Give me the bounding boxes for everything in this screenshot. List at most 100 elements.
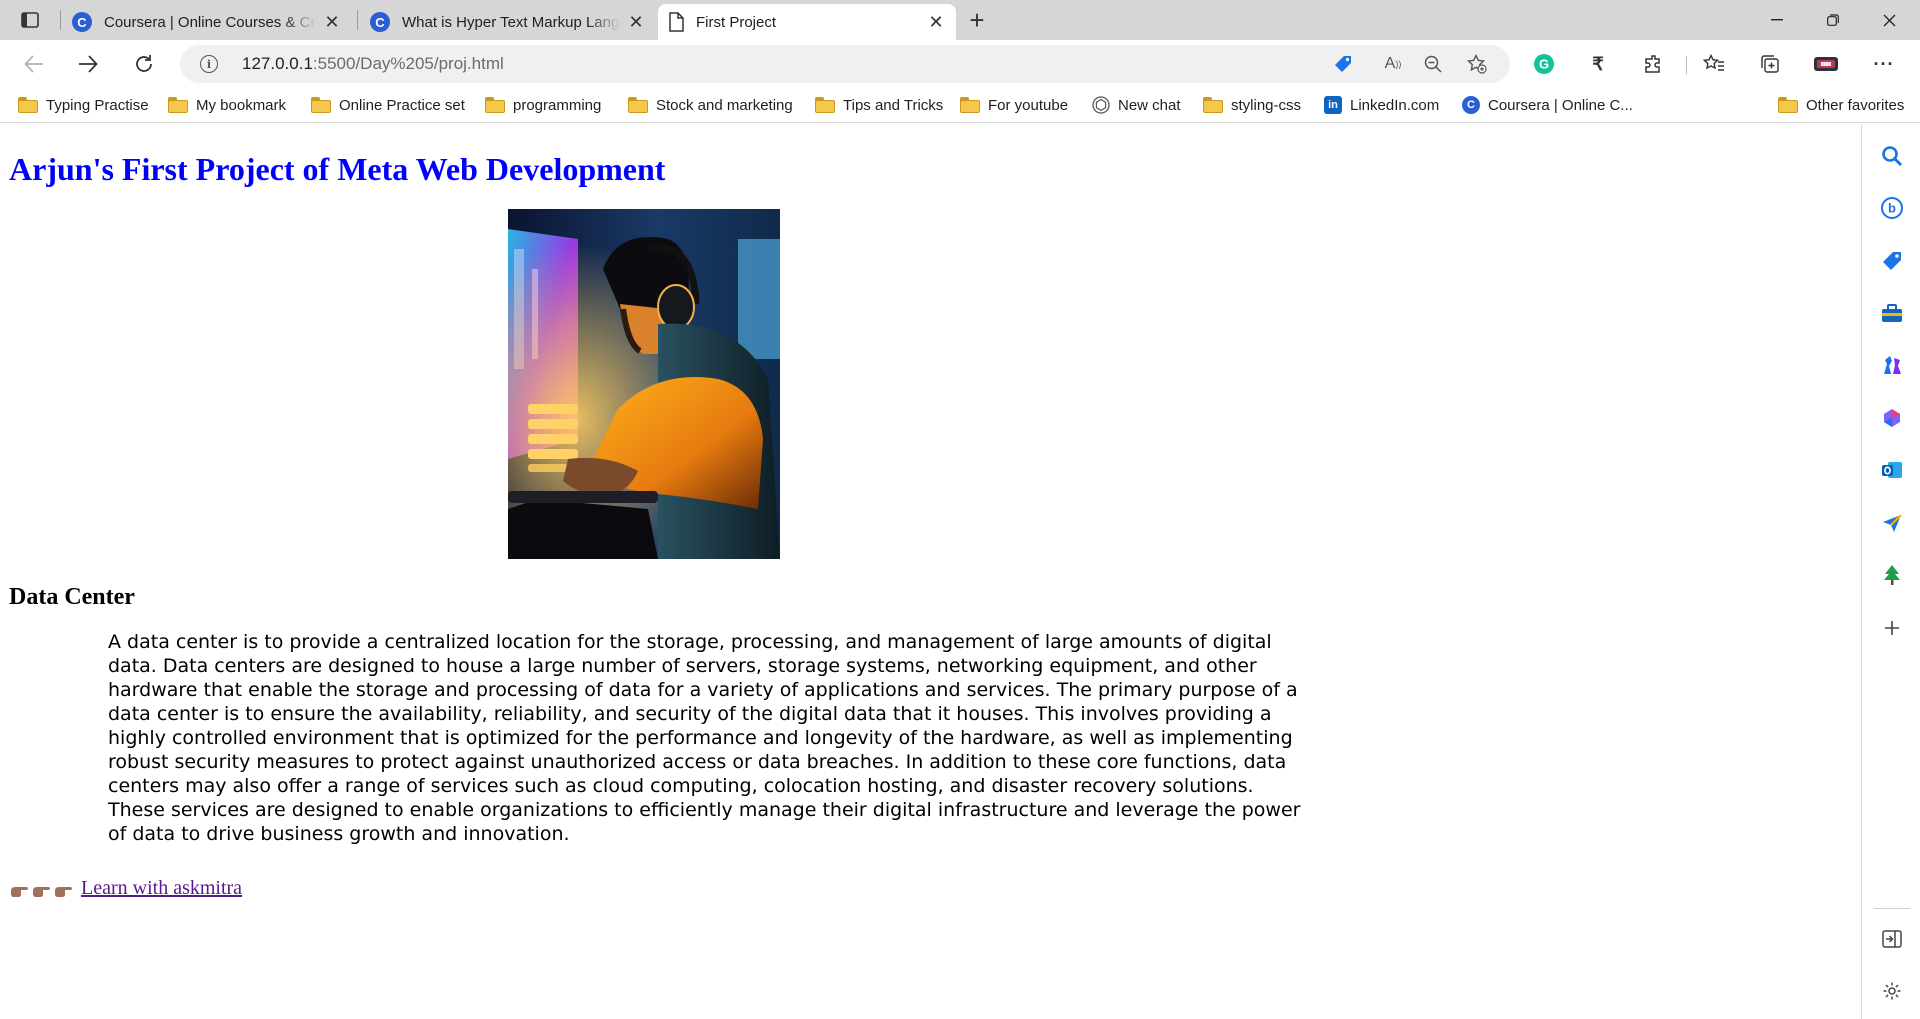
web-page-content: Arjun's First Project of Meta Web Develo… [0, 124, 1861, 1019]
pointing-hand-icon [9, 881, 29, 897]
folder-icon [168, 97, 188, 113]
folder-icon [1778, 97, 1798, 113]
games-icon[interactable] [1879, 352, 1905, 378]
rupee-extension-icon[interactable]: ₹ [1584, 50, 1612, 78]
bing-copilot-icon[interactable]: b [1879, 195, 1905, 221]
zoom-out-icon[interactable] [1420, 52, 1446, 76]
bookmark-label: My bookmark [196, 96, 287, 114]
bookmark-linkedin[interactable]: in LinkedIn.com [1324, 94, 1439, 116]
tab-separator [60, 10, 61, 30]
bookmark-label: programming [513, 96, 602, 114]
chatgpt-icon [1092, 96, 1110, 114]
bookmark-tips-and-tricks[interactable]: Tips and Tricks [815, 94, 943, 116]
coursera-icon: C [1462, 96, 1480, 114]
forward-icon[interactable] [70, 48, 106, 80]
section-heading: Data Center [9, 584, 135, 610]
microsoft-365-icon[interactable] [1879, 405, 1905, 431]
close-tab-icon[interactable]: ✕ [322, 12, 342, 32]
tab-strip: C Coursera | Online Courses & Credential… [0, 0, 1920, 40]
bookmark-for-youtube[interactable]: For youtube [960, 94, 1068, 116]
bookmark-coursera[interactable]: C Coursera | Online C... [1462, 94, 1633, 116]
read-aloud-icon[interactable]: A)) [1380, 52, 1406, 76]
close-tab-icon[interactable]: ✕ [926, 12, 946, 32]
sidebar-separator [1874, 908, 1910, 909]
bookmark-new-chat[interactable]: New chat [1092, 94, 1181, 116]
folder-icon [311, 97, 331, 113]
bookmarks-bar: Typing Practise My bookmark Online Pract… [0, 87, 1920, 123]
folder-icon [960, 97, 980, 113]
tree-icon[interactable] [1879, 562, 1905, 588]
url-path: :5500/Day%205/proj.html [312, 54, 504, 73]
collections-icon[interactable] [1756, 50, 1784, 78]
tools-icon[interactable] [1879, 300, 1905, 326]
page-title: Arjun's First Project of Meta Web Develo… [9, 151, 666, 187]
favorites-icon[interactable] [1700, 50, 1728, 78]
profile-avatar-icon[interactable] [1812, 50, 1840, 78]
bookmark-label: Other favorites [1806, 96, 1905, 114]
tab-title: Coursera | Online Courses & Credentials … [104, 13, 316, 31]
url-text[interactable]: 127.0.0.1:5500/Day%205/proj.html [242, 54, 504, 74]
bookmark-styling-css[interactable]: styling-css [1203, 94, 1301, 116]
new-tab-button[interactable]: + [962, 5, 992, 35]
add-favorite-icon[interactable] [1464, 52, 1490, 76]
restore-icon[interactable] [1806, 0, 1860, 40]
search-icon[interactable] [1879, 143, 1905, 169]
toolbar-separator [1686, 56, 1687, 74]
tab-coursera[interactable]: C Coursera | Online Courses & Credential… [62, 4, 352, 40]
tab-first-project[interactable]: First Project ✕ [658, 4, 956, 40]
bookmark-label: Typing Practise [46, 96, 149, 114]
minimize-icon[interactable] [1750, 0, 1804, 40]
bookmark-label: For youtube [988, 96, 1069, 114]
bookmark-programming[interactable]: programming [485, 94, 601, 116]
bookmark-other-favorites[interactable]: Other favorites [1778, 94, 1904, 116]
coursera-favicon-icon: C [370, 12, 390, 32]
bookmark-typing-practise[interactable]: Typing Practise [18, 94, 149, 116]
add-sidebar-app-icon[interactable] [1879, 615, 1905, 641]
coursera-favicon-icon: C [72, 12, 92, 32]
bookmark-label: Coursera | Online C... [1488, 96, 1633, 114]
folder-icon [485, 97, 505, 113]
edge-sidebar: b [1861, 124, 1920, 1019]
tab-separator [357, 10, 358, 30]
svg-text:b: b [1888, 201, 1896, 216]
tab-actions-icon[interactable] [14, 8, 46, 32]
more-options-icon[interactable]: ··· [1870, 50, 1898, 78]
send-drop-icon[interactable] [1879, 510, 1905, 536]
shopping-tag-icon[interactable] [1330, 52, 1356, 76]
folder-icon [815, 97, 835, 113]
address-bar[interactable]: i 127.0.0.1:5500/Day%205/proj.html A)) [180, 45, 1510, 83]
settings-gear-icon[interactable] [1879, 978, 1905, 1004]
tab-title: What is Hyper Text Markup Language (HTML… [402, 13, 620, 31]
hide-sidebar-icon[interactable] [1879, 926, 1905, 952]
shopping-icon[interactable] [1879, 248, 1905, 274]
close-tab-icon[interactable]: ✕ [626, 12, 646, 32]
back-icon[interactable] [16, 48, 52, 80]
bookmark-label: Stock and marketing [656, 96, 793, 114]
refresh-icon[interactable] [126, 48, 162, 80]
bookmark-online-practice-set[interactable]: Online Practice set [311, 94, 465, 116]
folder-icon [628, 97, 648, 113]
url-host: 127.0.0.1 [242, 54, 313, 73]
extensions-icon[interactable] [1640, 50, 1668, 78]
site-info-icon[interactable]: i [200, 55, 218, 73]
learn-with-askmitra-link[interactable]: Learn with askmitra [81, 877, 242, 900]
bookmark-label: New chat [1118, 96, 1181, 114]
svg-text:G: G [1539, 57, 1549, 72]
navigation-bar: i 127.0.0.1:5500/Day%205/proj.html A)) G… [0, 40, 1920, 87]
folder-icon [18, 97, 38, 113]
bookmark-my-bookmark[interactable]: My bookmark [168, 94, 286, 116]
folder-icon [1203, 97, 1223, 113]
tab-html-article[interactable]: C What is Hyper Text Markup Language (HT… [360, 4, 656, 40]
pointing-hand-icon [31, 881, 51, 897]
bookmark-label: Tips and Tricks [843, 96, 944, 114]
linkedin-icon: in [1324, 96, 1342, 114]
page-favicon-icon [668, 12, 684, 32]
outlook-icon[interactable] [1879, 457, 1905, 483]
close-window-icon[interactable] [1862, 0, 1916, 40]
bookmark-label: LinkedIn.com [1350, 96, 1440, 114]
bookmark-label: styling-css [1231, 96, 1302, 114]
description-paragraph: A data center is to provide a centralize… [108, 631, 1301, 845]
hero-image [508, 209, 780, 559]
bookmark-stock-and-marketing[interactable]: Stock and marketing [628, 94, 793, 116]
grammarly-icon[interactable]: G [1530, 50, 1558, 78]
